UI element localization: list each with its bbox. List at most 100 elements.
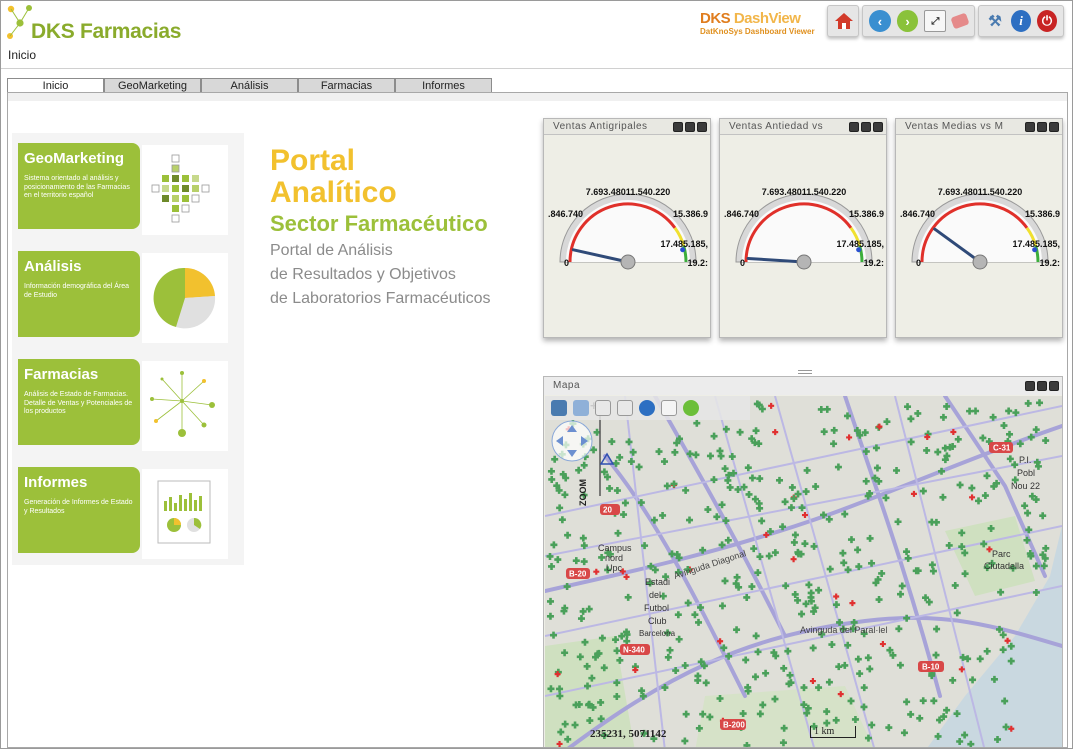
layers-icon[interactable]: [573, 400, 589, 416]
maximize-icon[interactable]: [1049, 122, 1059, 132]
pharmacy-marker: [953, 609, 961, 617]
help-icon[interactable]: [639, 400, 655, 416]
gauge-top-label: 7.693.48011.540.220: [938, 187, 1023, 197]
pharmacy-marker: [726, 483, 734, 491]
tab-analisis[interactable]: Análisis: [201, 78, 298, 93]
print-icon[interactable]: [551, 400, 567, 416]
pharmacy-marker: [933, 625, 941, 633]
svg-text:20: 20: [603, 506, 612, 515]
grid-squares-icon: [142, 145, 228, 235]
scale-bar: 1 km: [810, 726, 856, 738]
minimize-icon[interactable]: [1037, 381, 1047, 391]
menu-desc: Información demográfica del Área de Estu…: [24, 283, 130, 299]
tab-bar: Inicio GeoMarketing Análisis Farmacias I…: [7, 78, 492, 94]
pharmacy-marker: [1024, 509, 1032, 517]
restore-icon[interactable]: [1025, 122, 1035, 132]
pharmacy-marker: [854, 655, 862, 663]
map-canvas[interactable]: B-20 N-340 B-10 C-31 B-200 20 Campus nor…: [545, 396, 1062, 747]
restore-icon[interactable]: [849, 122, 859, 132]
pie-chart-icon: [142, 253, 228, 343]
add-layer-icon[interactable]: [683, 400, 699, 416]
menu-card-analisis[interactable]: Análisis Información demográfica del Áre…: [18, 251, 230, 347]
pharmacy-marker: [873, 464, 881, 472]
menu-card-green: Informes Generación de Informes de Estad…: [18, 467, 140, 553]
pharmacy-marker: [823, 405, 831, 413]
restore-icon[interactable]: [1025, 381, 1035, 391]
pharmacy-marker: [894, 518, 902, 526]
minimize-icon[interactable]: [1037, 122, 1047, 132]
pharmacy-marker: [675, 635, 683, 643]
pharmacy-marker: [860, 684, 868, 692]
portal-desc-line2: de Resultados y Objetivos: [270, 266, 456, 283]
pharmacy-marker: [979, 434, 987, 442]
map-label: Avinguda del Paral·lel: [800, 625, 887, 635]
header: DKS Farmacias Inicio DKS DashView DatKno…: [1, 1, 1072, 69]
zoom-extent-icon[interactable]: [617, 400, 633, 416]
gauge-hub: [972, 254, 988, 270]
maximize-icon[interactable]: [1049, 381, 1059, 391]
pan-control[interactable]: [551, 420, 593, 462]
power-icon[interactable]: ⏻: [1037, 10, 1057, 32]
minimize-icon[interactable]: [861, 122, 871, 132]
tab-farmacias[interactable]: Farmacias: [298, 78, 395, 93]
pharmacy-marker: [694, 676, 702, 684]
pharmacy-marker: [625, 438, 633, 446]
pharmacy-marker: [561, 491, 569, 499]
map-label: del: [649, 590, 661, 600]
back-icon[interactable]: ‹: [869, 10, 891, 32]
pharmacy-marker: [706, 452, 714, 460]
pharmacy-marker: [866, 665, 874, 673]
restore-icon[interactable]: [673, 122, 683, 132]
maximize-icon[interactable]: [873, 122, 883, 132]
legend-icon[interactable]: [661, 400, 677, 416]
gauge-panel: Ventas Antigripales 7.693.48011.540.220.…: [543, 118, 711, 338]
gauge-panel: Ventas Antiedad vs 7.693.48011.540.220.8…: [719, 118, 887, 338]
pharmacy-marker: [756, 504, 764, 512]
pharmacy-marker: [907, 415, 915, 423]
pharmacy-marker: [750, 545, 758, 553]
map-label: Barcelona: [639, 629, 676, 638]
home-icon[interactable]: [834, 10, 854, 32]
info-icon[interactable]: i: [1011, 10, 1031, 32]
panel-splitter[interactable]: [798, 370, 812, 374]
pharmacy-marker: [951, 581, 959, 589]
zoom-icon[interactable]: ⤢: [924, 10, 947, 32]
pharmacy-marker: [885, 724, 893, 732]
pharmacy-marker: [815, 586, 823, 594]
portal-subtitle: Sector Farmacéutico: [270, 211, 488, 236]
pharmacy-marker: [702, 679, 710, 687]
tools-icon[interactable]: ⚒: [985, 10, 1005, 32]
eraser-icon[interactable]: [950, 12, 970, 30]
pharmacy-marker: [939, 413, 947, 421]
pharmacy-marker: [975, 497, 983, 505]
pharmacy-marker: [551, 455, 559, 463]
minimize-icon[interactable]: [685, 122, 695, 132]
zoom-label: ZOOM: [578, 479, 588, 506]
pharmacy-marker: [756, 553, 764, 561]
pharmacy-marker: [983, 647, 991, 655]
pharmacy-marker: [830, 440, 838, 448]
pharmacy-marker: [624, 593, 632, 601]
pharmacy-marker: [907, 710, 915, 718]
tab-geomarketing[interactable]: GeoMarketing: [104, 78, 201, 93]
menu-card-farmacias[interactable]: Farmacias Análisis de Estado de Farmacia…: [18, 359, 230, 455]
pharmacy-marker: [929, 567, 937, 575]
pharmacy-marker: [807, 589, 815, 597]
pharmacy-marker: [1039, 512, 1047, 520]
menu-title: Análisis: [24, 258, 82, 275]
pharmacy-marker: [854, 546, 862, 554]
pharmacy-marker: [564, 531, 572, 539]
menu-card-geomarketing[interactable]: GeoMarketing Sistema orientado al anális…: [18, 143, 230, 239]
zoom-in-icon[interactable]: [595, 400, 611, 416]
coordinate-readout: 235231, 5071142: [590, 728, 667, 740]
gauge-max-label: 19.2:: [1039, 258, 1060, 268]
pharmacy-marker: [1032, 426, 1040, 434]
pharmacy-marker: [1000, 422, 1008, 430]
maximize-icon[interactable]: [697, 122, 707, 132]
forward-icon[interactable]: ›: [896, 10, 919, 32]
pharmacy-marker: [575, 466, 583, 474]
pharmacy-marker: [742, 656, 750, 664]
tab-informes[interactable]: Informes: [395, 78, 492, 93]
menu-card-informes[interactable]: Informes Generación de Informes de Estad…: [18, 467, 230, 563]
gauge-right-label: 15.386.9: [1025, 209, 1060, 219]
